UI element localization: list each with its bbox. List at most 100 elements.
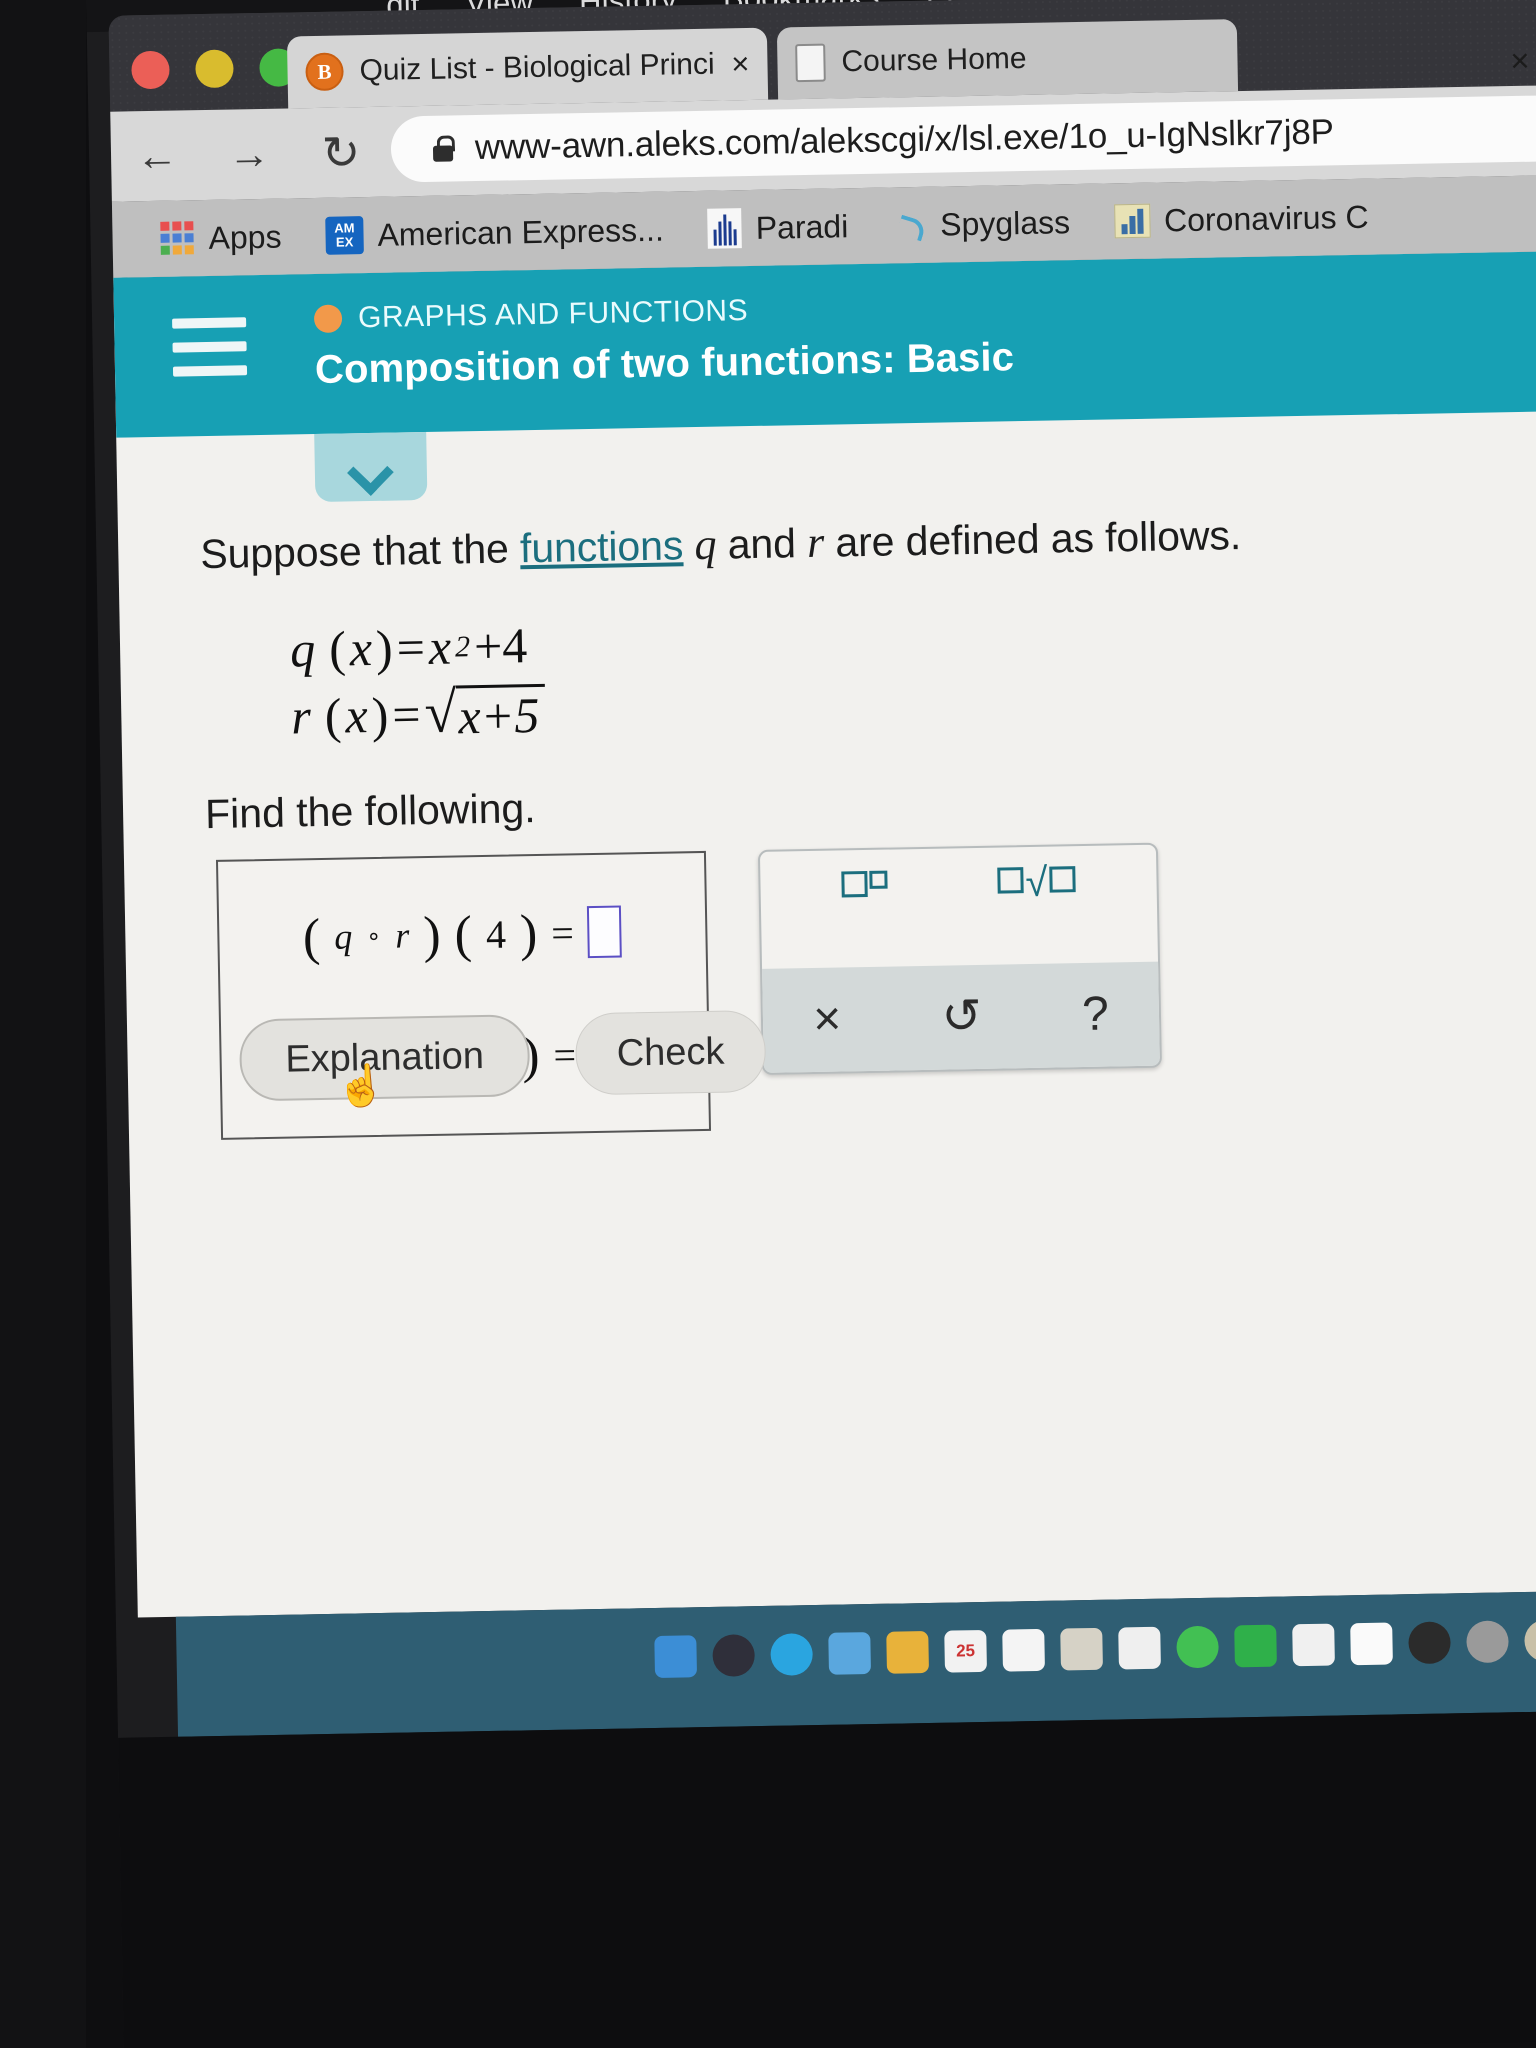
variable-q: q	[694, 519, 717, 570]
bookmark-paradi[interactable]: Paradi	[685, 206, 870, 249]
mouse-cursor-icon: ☝	[334, 1062, 388, 1110]
square-root-expression: √ x+5	[423, 678, 546, 745]
fn-rhs-base: x	[428, 618, 452, 675]
exponent-box-icon	[869, 870, 888, 889]
close-window-button[interactable]	[131, 50, 170, 90]
question-row-1: ( q ∘ r ) (4) =	[219, 900, 706, 968]
minimize-window-button[interactable]	[195, 49, 234, 89]
functions-link[interactable]: functions	[520, 522, 684, 571]
fn-arg: x	[344, 687, 369, 744]
topic-category-label: GRAPHS AND FUNCTIONS	[357, 294, 749, 335]
dock-icon-photos[interactable]	[1118, 1626, 1161, 1670]
chrome-window: B Quiz List - Biological Princi × Course…	[108, 0, 1536, 1618]
document-icon	[795, 43, 826, 83]
dock-icon-safari[interactable]	[770, 1633, 814, 1676]
bookmark-label: Spyglass	[939, 203, 1071, 243]
coronavirus-chart-icon	[1113, 203, 1151, 239]
address-bar[interactable]: www-awn.aleks.com/alekscgi/x/lsl.exe/1o_…	[390, 95, 1536, 183]
dock-icon-maps[interactable]	[1060, 1627, 1103, 1671]
exponent-tool[interactable]	[841, 870, 888, 902]
dock-icon-blocked[interactable]	[1408, 1621, 1451, 1665]
url-text: www-awn.aleks.com/alekscgi/x/lsl.exe/1o_…	[474, 112, 1335, 168]
chevron-down-icon	[351, 456, 391, 479]
answer-input-1[interactable]	[587, 905, 623, 959]
composition-right: r	[394, 915, 410, 956]
hamburger-icon[interactable]	[172, 317, 248, 377]
dock-icon-mail[interactable]	[828, 1632, 872, 1675]
fn-rhs-tail: +4	[473, 617, 528, 675]
composition-argument: 4	[485, 911, 507, 957]
definition-r: r (x) = √ x+5	[291, 665, 1536, 746]
fn-rhs-exponent: 2	[454, 629, 471, 663]
dock-icon-reminders[interactable]	[1002, 1628, 1045, 1672]
dock-icon-finder[interactable]	[654, 1635, 698, 1678]
desk-surface	[118, 1711, 1536, 2048]
radical-sign-icon: √	[423, 678, 457, 745]
tab-title: Course Home	[841, 41, 1027, 79]
forward-button[interactable]: →	[203, 129, 296, 179]
placeholder-box-icon	[841, 870, 868, 897]
close-icon[interactable]: ×	[731, 46, 750, 82]
placeholder-box-icon	[997, 867, 1024, 894]
collapse-header-toggle[interactable]	[314, 431, 428, 503]
paradi-icon	[707, 208, 743, 249]
aleks-topic-header: GRAPHS AND FUNCTIONS Composition of two …	[113, 251, 1536, 438]
aleks-page: GRAPHS AND FUNCTIONS Composition of two …	[113, 251, 1536, 1618]
bookmark-label: Paradi	[755, 207, 849, 246]
amex-icon: AM EX	[325, 216, 364, 255]
fn-arg: x	[349, 620, 373, 677]
tab-quiz-list[interactable]: B Quiz List - Biological Princi ×	[286, 27, 769, 109]
bookmark-spyglass[interactable]: Spyglass	[870, 203, 1092, 244]
back-button[interactable]: ←	[111, 131, 204, 181]
bookmark-coronavirus[interactable]: Coronavirus C	[1092, 198, 1391, 240]
bookmark-apps[interactable]: Apps	[138, 218, 304, 258]
radicand-box-icon	[1049, 866, 1076, 893]
fn-name: q	[289, 621, 316, 678]
window-controls	[131, 48, 298, 90]
dock-icon-textedit[interactable]	[1350, 1622, 1393, 1666]
topic-category: GRAPHS AND FUNCTIONS	[313, 289, 1014, 336]
spyglass-icon	[892, 208, 927, 243]
bookmark-label: Apps	[208, 218, 282, 256]
find-instruction: Find the following.	[204, 785, 536, 838]
problem-body: Suppose that the functions q and r are d…	[116, 411, 1536, 1141]
monitor-bezel	[0, 0, 86, 2048]
apps-grid-icon	[160, 221, 195, 256]
bookmark-label: Coronavirus C	[1163, 198, 1369, 238]
reload-button[interactable]: ↻	[295, 125, 388, 181]
square-root-tool[interactable]: √	[997, 860, 1076, 906]
problem-statement: Suppose that the functions q and r are d…	[200, 503, 1536, 579]
statement-suffix: are defined as follows.	[823, 512, 1242, 566]
definition-q: q (x) = x2 +4	[289, 617, 528, 678]
dock-icon-itunes[interactable]	[1292, 1623, 1335, 1667]
dock-icon-messages[interactable]	[1176, 1625, 1219, 1669]
screen-content: dit View History Bookmarks People Tab W …	[86, 0, 1536, 2048]
check-button[interactable]: Check	[574, 1009, 767, 1096]
equals-sign: =	[550, 909, 575, 956]
radicand: x+5	[455, 683, 546, 744]
dock-icon-notes[interactable]	[886, 1630, 929, 1674]
lock-icon	[433, 135, 453, 161]
statement-mid: and	[715, 520, 808, 568]
page-title: Composition of two functions: Basic	[314, 335, 1015, 393]
composition-operator-icon: ∘	[366, 923, 382, 950]
tab-course-home[interactable]: Course Home	[776, 19, 1239, 100]
dock-icon-trash[interactable]	[1524, 1619, 1536, 1663]
statement-prefix: Suppose that the	[199, 525, 521, 578]
bioninja-icon: B	[305, 52, 344, 92]
photographed-screen: dit View History Bookmarks People Tab W …	[0, 0, 1536, 2048]
dock-icon-facetime[interactable]	[1234, 1624, 1277, 1668]
bookmark-label: American Express...	[377, 211, 665, 253]
close-icon[interactable]: ×	[1510, 42, 1530, 80]
dock-icon-preferences[interactable]	[1466, 1620, 1509, 1664]
tab-title: Quiz List - Biological Princi	[359, 47, 715, 88]
function-definitions: q (x) = x2 +4 r (x) = √ x+5	[290, 600, 1536, 745]
dock-icon-launchpad[interactable]	[712, 1634, 756, 1677]
bookmark-american-express[interactable]: AM EX American Express...	[303, 210, 686, 255]
orange-dot-icon	[313, 304, 343, 334]
composition-left: q	[333, 916, 353, 957]
fn-name: r	[290, 688, 312, 745]
radical-sign-icon: √	[1025, 860, 1048, 906]
variable-r: r	[806, 517, 825, 568]
dock-icon-calendar[interactable]: 25	[944, 1629, 987, 1673]
